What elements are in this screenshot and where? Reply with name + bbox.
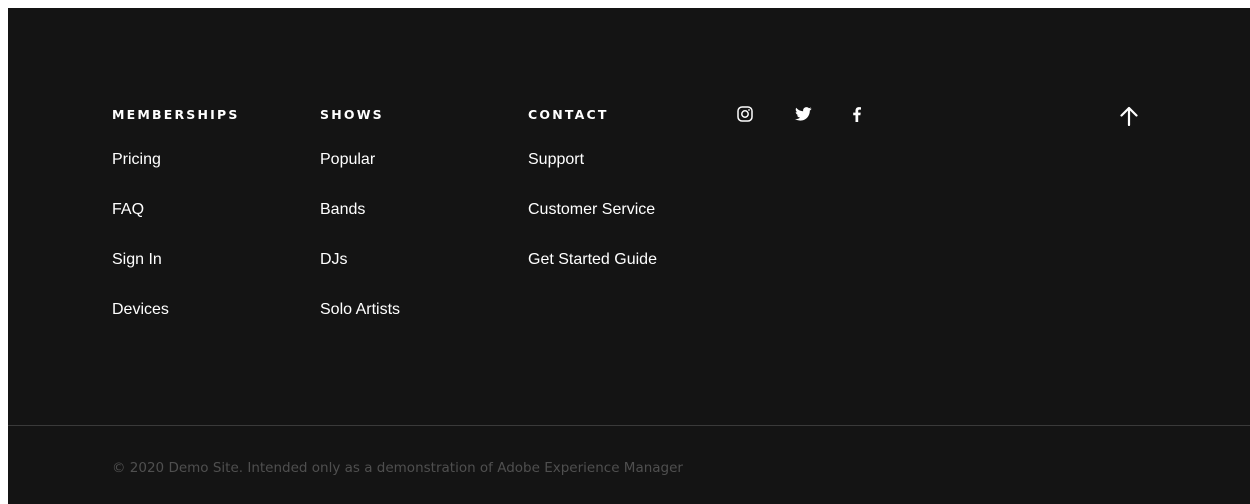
arrow-up-icon xyxy=(1120,106,1138,126)
facebook-link[interactable] xyxy=(846,103,868,125)
footer-link-support[interactable]: Support xyxy=(528,151,584,168)
site-footer: MEMBERSHIPS Pricing FAQ Sign In Devices … xyxy=(8,8,1250,504)
footer-link-bands[interactable]: Bands xyxy=(320,201,365,218)
footer-link-get-started-guide[interactable]: Get Started Guide xyxy=(528,251,657,268)
list-item: Devices xyxy=(112,300,240,350)
list-item: Solo Artists xyxy=(320,300,400,350)
footer-heading-shows: SHOWS xyxy=(320,107,384,122)
footer-link-solo-artists[interactable]: Solo Artists xyxy=(320,301,400,318)
list-item: Popular xyxy=(320,150,400,200)
list-item: Customer Service xyxy=(528,200,657,250)
instagram-link[interactable] xyxy=(734,103,756,125)
footer-heading-memberships: MEMBERSHIPS xyxy=(112,107,240,122)
footer-link-list: Pricing FAQ Sign In Devices xyxy=(112,150,240,350)
twitter-link[interactable] xyxy=(792,103,814,125)
footer-column-memberships: MEMBERSHIPS Pricing FAQ Sign In Devices xyxy=(112,108,240,350)
list-item: Support xyxy=(528,150,657,200)
instagram-icon xyxy=(737,106,753,122)
footer-link-sign-in[interactable]: Sign In xyxy=(112,251,162,268)
footer-heading-contact: CONTACT xyxy=(528,107,609,122)
copyright-text: © 2020 Demo Site. Intended only as a dem… xyxy=(112,460,683,476)
footer-link-customer-service[interactable]: Customer Service xyxy=(528,201,655,218)
list-item: Pricing xyxy=(112,150,240,200)
list-item: Bands xyxy=(320,200,400,250)
list-item: Get Started Guide xyxy=(528,250,657,300)
list-item: Sign In xyxy=(112,250,240,300)
footer-link-faq[interactable]: FAQ xyxy=(112,201,144,218)
twitter-icon xyxy=(794,107,812,121)
footer-link-djs[interactable]: DJs xyxy=(320,251,348,268)
footer-link-list: Popular Bands DJs Solo Artists xyxy=(320,150,400,350)
facebook-icon xyxy=(853,106,861,122)
list-item: FAQ xyxy=(112,200,240,250)
footer-link-popular[interactable]: Popular xyxy=(320,151,375,168)
back-to-top-button[interactable] xyxy=(1116,103,1142,129)
footer-divider xyxy=(8,425,1250,426)
list-item: DJs xyxy=(320,250,400,300)
footer-column-shows: SHOWS Popular Bands DJs Solo Artists xyxy=(320,108,400,350)
footer-link-pricing[interactable]: Pricing xyxy=(112,151,161,168)
footer-column-contact: CONTACT Support Customer Service Get Sta… xyxy=(528,108,657,300)
footer-link-devices[interactable]: Devices xyxy=(112,301,169,318)
footer-link-list: Support Customer Service Get Started Gui… xyxy=(528,150,657,300)
